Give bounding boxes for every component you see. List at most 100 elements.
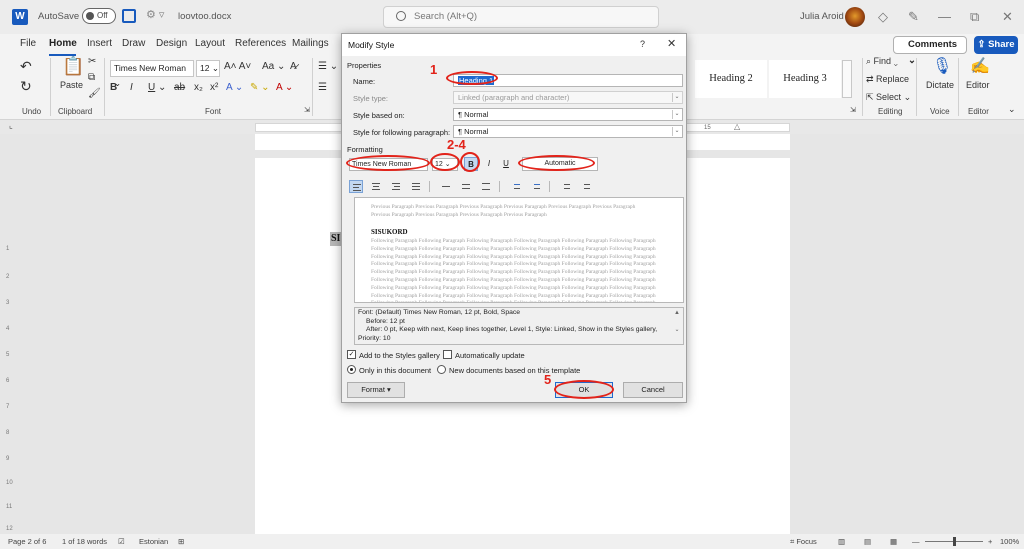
web-layout-icon[interactable]: ▦ <box>890 537 897 546</box>
tab-file[interactable]: File <box>20 38 36 49</box>
language-indicator[interactable]: Estonian <box>139 537 168 546</box>
one-half-spacing-button[interactable] <box>459 180 473 193</box>
strikethrough-button[interactable]: ab <box>174 82 185 93</box>
redo-icon[interactable]: ↻ <box>20 78 32 95</box>
print-layout-icon[interactable]: ▤ <box>864 537 871 546</box>
collapse-ribbon-icon[interactable]: ⌄ <box>1008 104 1016 115</box>
superscript-button[interactable]: x² <box>210 82 218 93</box>
select-button[interactable]: ⇱ Select ⌄ <box>866 92 911 103</box>
description-scrollbar[interactable]: ▲ ⌄ <box>672 309 682 343</box>
microphone-icon[interactable]: 🎙 <box>932 56 952 76</box>
replace-button[interactable]: ⇄ Replace <box>866 74 909 85</box>
tab-selector-icon[interactable]: ⌞ <box>9 121 13 130</box>
font-dialog-launcher-icon[interactable]: ⇲ <box>304 106 310 114</box>
diamond-icon[interactable]: ◇ <box>878 9 888 25</box>
undo-icon[interactable]: ↶ <box>20 58 32 75</box>
double-spacing-button[interactable] <box>479 180 493 193</box>
align-left-button[interactable] <box>349 180 363 193</box>
zoom-level[interactable]: 100% <box>1000 537 1019 546</box>
autosave-toggle[interactable]: Off <box>82 8 116 24</box>
dialog-titlebar[interactable]: Modify Style ? ✕ <box>342 34 686 56</box>
tab-home[interactable]: Home <box>49 38 77 49</box>
paste-icon[interactable]: 📋 <box>62 56 84 77</box>
styles-dialog-launcher-icon[interactable]: ⇲ <box>850 106 856 114</box>
justify-button[interactable] <box>409 180 423 193</box>
help-button[interactable]: ? <box>640 39 645 49</box>
align-center-button[interactable] <box>369 180 383 193</box>
pen-icon[interactable]: ✎ <box>908 9 919 25</box>
style-heading-2[interactable]: Heading 2 <box>695 60 767 98</box>
zoom-slider-thumb[interactable] <box>953 537 956 546</box>
font-name-box[interactable]: Times New Roman ⌄ <box>110 60 194 88</box>
search-box[interactable]: Search (Alt+Q) <box>383 6 659 28</box>
text-effects-icon[interactable]: A ⌄ <box>226 82 243 93</box>
annotation-ellipse-font <box>346 155 430 171</box>
italic-button[interactable]: I <box>130 82 133 93</box>
increase-spacing-before-button[interactable] <box>509 180 523 193</box>
align-left-icon[interactable]: ☰ <box>318 82 327 93</box>
editor-button[interactable]: Editor <box>966 80 990 90</box>
proofing-icon[interactable]: ☑ <box>118 537 125 546</box>
right-indent-icon[interactable]: △ <box>734 122 740 131</box>
dictate-button[interactable]: Dictate <box>926 80 954 90</box>
underline-button[interactable]: U ⌄ <box>148 82 166 93</box>
find-button[interactable]: ⌕ Find ⌄ <box>866 56 898 67</box>
add-to-gallery-checkbox[interactable]: ✓ <box>347 350 356 359</box>
page-indicator[interactable]: Page 2 of 6 <box>8 537 46 546</box>
styles-gallery-scroll[interactable] <box>842 60 852 98</box>
decrease-spacing-before-button[interactable] <box>529 180 543 193</box>
change-case-icon[interactable]: Aa ⌄ <box>262 61 285 72</box>
style-based-on-select[interactable]: ¶ Normal ⌄ <box>453 108 683 121</box>
customize-icon[interactable]: ⚙ ▿ <box>146 8 164 21</box>
minimize-button[interactable]: — <box>938 9 951 24</box>
bold-button[interactable]: B <box>110 82 117 93</box>
align-right-button[interactable] <box>389 180 403 193</box>
format-painter-icon[interactable]: 🖌 <box>88 88 101 99</box>
editor-group-label: Editor <box>968 107 989 116</box>
document-title[interactable]: loovtoo.docx <box>178 11 231 22</box>
following-style-select[interactable]: ¶ Normal ⌄ <box>453 125 683 138</box>
tab-mailings[interactable]: Mailings <box>292 38 329 49</box>
decrease-indent-button[interactable] <box>559 180 573 193</box>
avatar[interactable] <box>845 7 865 27</box>
save-icon[interactable] <box>122 9 136 23</box>
zoom-in-icon[interactable]: + <box>988 537 992 546</box>
share-button[interactable]: ⇪ Share <box>974 36 1018 54</box>
font-color-icon[interactable]: A ⌄ <box>276 82 293 93</box>
highlight-icon[interactable]: ✎ ⌄ <box>250 82 270 93</box>
new-documents-radio[interactable] <box>437 365 446 374</box>
style-heading-3[interactable]: Heading 3 <box>769 60 841 98</box>
single-spacing-button[interactable] <box>439 180 453 193</box>
format-button[interactable]: Format ▾ <box>347 382 405 398</box>
increase-indent-button[interactable] <box>579 180 593 193</box>
tab-layout[interactable]: Layout <box>195 38 225 49</box>
copy-icon[interactable]: ⧉ <box>88 72 95 83</box>
tab-design[interactable]: Design <box>156 38 187 49</box>
cancel-button[interactable]: Cancel <box>623 382 683 398</box>
clear-format-icon[interactable]: A̷ <box>290 61 297 72</box>
tab-draw[interactable]: Draw <box>122 38 145 49</box>
only-this-document-radio[interactable] <box>347 365 356 374</box>
accessibility-icon[interactable]: ⊞ <box>178 537 184 546</box>
grow-font-icon[interactable]: A˄ A˅ <box>224 61 251 72</box>
subscript-button[interactable]: x₂ <box>194 82 203 93</box>
restore-button[interactable]: ⧉ <box>970 9 979 25</box>
close-window-button[interactable]: ✕ <box>1002 9 1013 25</box>
editor-icon[interactable]: ✍ <box>970 56 990 76</box>
dialog-close-button[interactable]: ✕ <box>667 37 676 50</box>
read-mode-icon[interactable]: ▥ <box>838 537 845 546</box>
tab-references[interactable]: References <box>235 38 286 49</box>
auto-update-checkbox[interactable] <box>443 350 452 359</box>
focus-button[interactable]: ⌗ Focus <box>790 537 817 547</box>
zoom-out-icon[interactable]: — <box>912 537 920 546</box>
cut-icon[interactable]: ✂ <box>88 56 96 67</box>
user-name[interactable]: Julia Aroid <box>800 11 844 22</box>
bullets-icon[interactable]: ☰ ⌄ <box>318 61 338 72</box>
word-count[interactable]: 1 of 18 words <box>62 537 107 546</box>
font-size-box[interactable]: 12 ⌄ <box>196 60 220 77</box>
paste-label[interactable]: Paste <box>60 80 83 90</box>
dialog-underline-button[interactable]: U <box>499 157 513 171</box>
comments-button[interactable]: Comments ⌄ <box>893 36 967 66</box>
dialog-italic-button[interactable]: I <box>482 157 496 171</box>
tab-insert[interactable]: Insert <box>87 38 112 49</box>
